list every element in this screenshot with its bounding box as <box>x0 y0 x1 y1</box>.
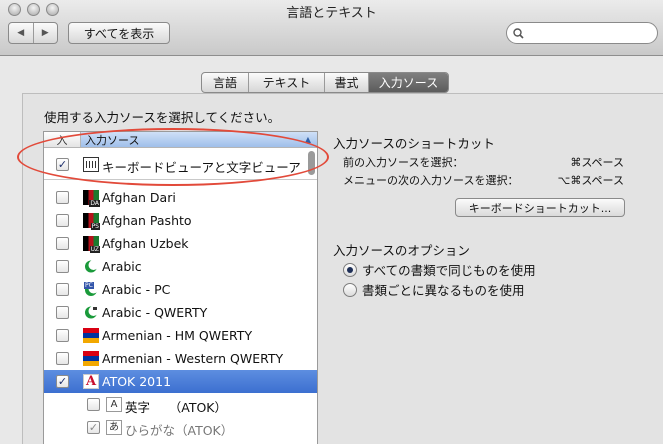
flag-badge: DA <box>89 200 100 207</box>
list-item-armenian-western-qwerty[interactable]: Armenian - Western QWERTY <box>44 347 317 370</box>
checkbox[interactable] <box>56 214 69 227</box>
list-item-label: Afghan Pashto <box>102 213 192 228</box>
list-scrollbar[interactable] <box>306 148 317 178</box>
pc-badge: PC <box>84 282 94 289</box>
list-item-afghan-pashto[interactable]: PS Afghan Pashto <box>44 209 317 232</box>
column-header-input-source[interactable]: 入力ソース ▲ <box>81 132 317 147</box>
input-source-list[interactable]: 入 入力ソース ▲ ✓ キーボードビューアと文字ビューア DA Afghan D… <box>43 131 318 444</box>
list-item-atok-alphanumeric[interactable]: A 英字 （ATOK） <box>44 393 317 416</box>
tab-text[interactable]: テキスト <box>248 73 324 92</box>
search-icon <box>513 27 524 39</box>
keyboard-viewer-icon <box>83 157 99 172</box>
list-header: 入 入力ソース ▲ <box>44 132 317 148</box>
list-item-label: Armenian - Western QWERTY <box>102 351 284 366</box>
shortcut-next-keys: ⌥⌘スペース <box>557 174 624 187</box>
radio-per-document[interactable]: 書類ごとに異なるものを使用 <box>343 280 525 299</box>
back-icon[interactable]: ◀ <box>9 23 33 43</box>
tab-bar: 言語 テキスト 書式 入力ソース <box>201 72 449 93</box>
back-forward-control[interactable]: ◀ ▶ <box>8 22 58 44</box>
shortcuts-title: 入力ソースのショートカット <box>333 136 495 151</box>
list-item-armenian-hm-qwerty[interactable]: Armenian - HM QWERTY <box>44 324 317 347</box>
shortcut-next-label: メニューの次の入力ソースを選択： <box>343 174 519 187</box>
radio-label: 書類ごとに異なるものを使用 <box>362 283 525 298</box>
list-item-label: Arabic <box>102 259 142 274</box>
afghan-flag-icon: PS <box>83 213 100 230</box>
flag-badge: UZ <box>89 246 100 253</box>
sort-ascending-icon: ▲ <box>304 135 311 144</box>
radio-button[interactable] <box>343 282 357 297</box>
list-item-afghan-dari[interactable]: DA Afghan Dari <box>44 186 317 209</box>
shortcut-previous-keys: ⌘スペース <box>570 156 624 169</box>
list-item-label: ATOK 2011 <box>102 374 172 389</box>
checkbox[interactable] <box>56 283 69 296</box>
list-item-label: 英字 （ATOK） <box>125 400 228 415</box>
flag-badge: PS <box>90 223 100 230</box>
list-item-label: Armenian - HM QWERTY <box>102 328 253 343</box>
list-item-label: Arabic - QWERTY <box>102 305 208 320</box>
search-input[interactable] <box>528 26 648 40</box>
radio-same-for-all-documents[interactable]: すべての書類で同じものを使用 <box>343 260 536 279</box>
search-field[interactable] <box>506 22 658 44</box>
radio-button-selected[interactable] <box>343 262 357 277</box>
checkbox[interactable] <box>56 260 69 273</box>
checkbox[interactable]: ✓ <box>56 375 69 388</box>
list-item-arabic[interactable]: Arabic <box>44 255 317 278</box>
keyboard-shortcuts-button[interactable]: キーボードショートカット... <box>455 198 625 217</box>
armenian-flag-icon <box>83 328 99 343</box>
crescent-icon: PC <box>83 282 99 297</box>
shortcut-previous-label: 前の入力ソースを選択： <box>343 156 464 169</box>
list-item-arabic-pc[interactable]: PC Arabic - PC <box>44 278 317 301</box>
crescent-icon <box>85 306 99 319</box>
checkbox[interactable] <box>56 306 69 319</box>
atok-alpha-icon: A <box>106 397 122 412</box>
window-title: 言語とテキスト <box>286 6 377 21</box>
checkbox[interactable] <box>56 352 69 365</box>
pinned-group: ✓ キーボードビューアと文字ビューア <box>44 148 317 180</box>
list-item-afghan-uzbek[interactable]: UZ Afghan Uzbek <box>44 232 317 255</box>
list-item-keyboard-viewer[interactable]: ✓ キーボードビューアと文字ビューア <box>44 153 317 176</box>
tab-input-sources[interactable]: 入力ソース <box>368 73 448 92</box>
checkbox[interactable] <box>56 329 69 342</box>
tab-formats[interactable]: 書式 <box>324 73 368 92</box>
column-header-enabled[interactable]: 入 <box>44 132 81 147</box>
hiragana-icon: あ <box>106 420 122 435</box>
checkbox[interactable] <box>56 191 69 204</box>
radio-label: すべての書類で同じものを使用 <box>362 263 536 278</box>
crescent-icon <box>85 260 99 273</box>
checkbox[interactable] <box>56 237 69 250</box>
list-item-label: Afghan Uzbek <box>102 236 189 251</box>
afghan-flag-icon: DA <box>83 190 100 207</box>
armenian-flag-icon <box>83 351 99 366</box>
list-item-atok-hiragana[interactable]: ✓ あ ひらがな（ATOK） <box>44 416 317 439</box>
checkbox[interactable]: ✓ <box>87 421 100 434</box>
input-source-prompt: 使用する入力ソースを選択してください。 <box>44 110 281 125</box>
atok-icon: A <box>83 374 99 389</box>
show-all-button[interactable]: すべてを表示 <box>68 22 170 44</box>
list-item-label: キーボードビューアと文字ビューア <box>102 160 301 175</box>
tab-language[interactable]: 言語 <box>202 73 248 92</box>
afghan-flag-icon: UZ <box>83 236 100 253</box>
scrollbar-thumb[interactable] <box>308 151 315 175</box>
list-item-label: Afghan Dari <box>102 190 176 205</box>
forward-icon[interactable]: ▶ <box>32 23 58 43</box>
checkbox[interactable] <box>87 398 100 411</box>
list-item-arabic-qwerty[interactable]: Arabic - QWERTY <box>44 301 317 324</box>
column-header-label: 入力ソース <box>85 133 140 147</box>
list-item-atok-2011[interactable]: ✓ A ATOK 2011 <box>44 370 317 393</box>
checkbox-keyboard-viewer[interactable]: ✓ <box>56 158 69 171</box>
list-item-label: Arabic - PC <box>102 282 171 297</box>
list-item-label: ひらがな（ATOK） <box>125 423 234 438</box>
options-title: 入力ソースのオプション <box>333 243 470 258</box>
title-bar: 言語とテキスト ◀ ▶ すべてを表示 <box>0 0 663 56</box>
